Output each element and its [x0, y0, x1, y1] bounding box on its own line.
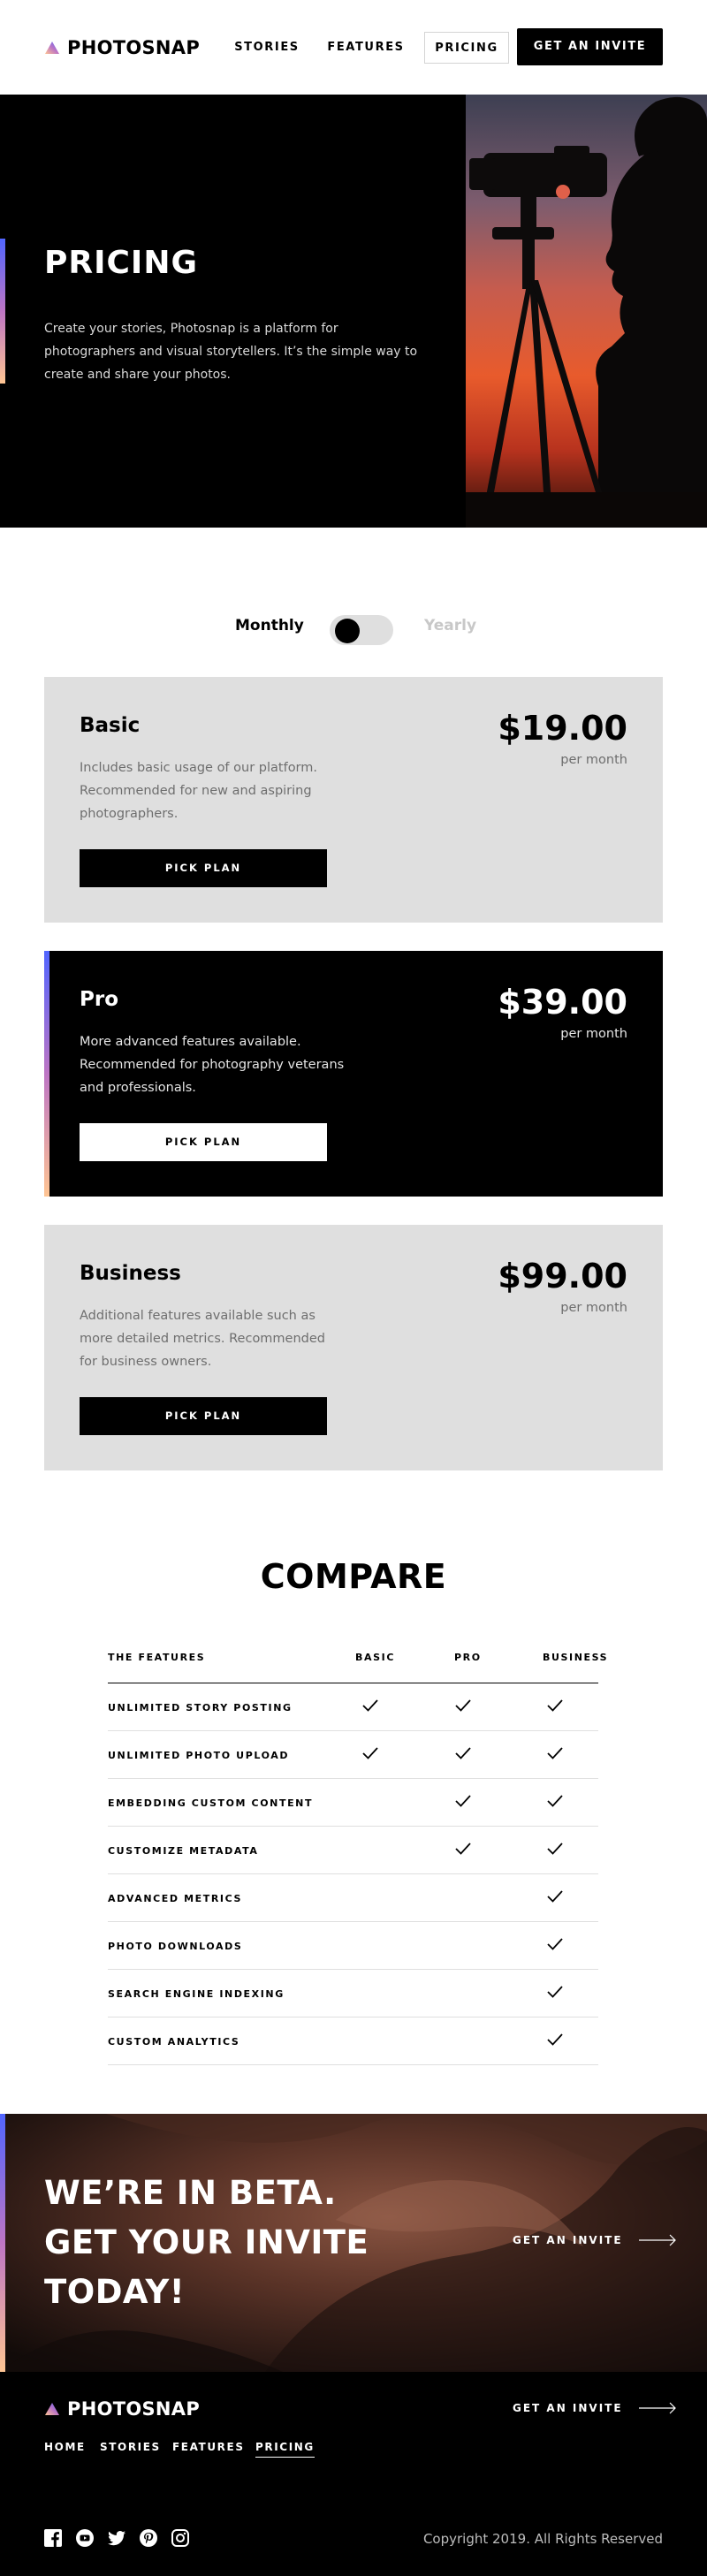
toggle-knob: [335, 619, 360, 643]
billing-toggle-row: Monthly Yearly: [0, 610, 707, 645]
nav-pricing[interactable]: PRICING: [424, 32, 509, 64]
check-icon: [362, 1699, 378, 1712]
table-row: UNLIMITED PHOTO UPLOAD: [108, 1731, 598, 1779]
check-icon: [547, 1986, 563, 1998]
beta-invite-link[interactable]: GET AN INVITE: [513, 2234, 677, 2246]
check-icon: [547, 2033, 563, 2046]
feature-label: ADVANCED METRICS: [108, 1893, 243, 1904]
table-row: EMBEDDING CUSTOM CONTENT: [108, 1779, 598, 1827]
plan-card-business: Business Additional features available s…: [44, 1225, 663, 1470]
plan-name: Pro: [80, 988, 119, 1011]
beta-title-line: TODAY!: [44, 2273, 186, 2311]
copyright-text: Copyright 2019. All Rights Reserved: [422, 2531, 663, 2547]
footer-invite-link[interactable]: GET AN INVITE: [513, 2402, 677, 2414]
table-row: PHOTO DOWNLOADS: [108, 1922, 598, 1970]
get-invite-button[interactable]: GET AN INVITE: [517, 28, 663, 65]
arrow-right-icon: [638, 2234, 676, 2246]
plan-name: Basic: [80, 714, 141, 737]
monthly-label[interactable]: Monthly: [235, 617, 304, 635]
check-icon: [455, 1795, 471, 1807]
instagram-icon[interactable]: [171, 2529, 189, 2547]
check-icon: [362, 1747, 378, 1759]
beta-accent-bar: [0, 2114, 5, 2372]
pick-plan-button[interactable]: PICK PLAN: [80, 849, 327, 887]
compare-rows: UNLIMITED STORY POSTING UNLIMITED PHOTO U…: [108, 1683, 598, 2065]
pinterest-icon[interactable]: [140, 2529, 157, 2547]
beta-invite-label: GET AN INVITE: [513, 2234, 623, 2246]
footer-logo[interactable]: PHOTOSNAP: [44, 2398, 200, 2420]
check-icon: [455, 1843, 471, 1855]
footer-invite-label: GET AN INVITE: [513, 2402, 623, 2414]
check-icon: [547, 1699, 563, 1712]
feature-label: UNLIMITED STORY POSTING: [108, 1702, 293, 1714]
plan-description: Additional features available such as mo…: [80, 1309, 325, 1369]
header-pro: PRO: [454, 1652, 482, 1663]
plan-price: $19.00: [498, 709, 627, 748]
youtube-icon[interactable]: [76, 2529, 94, 2547]
check-icon: [547, 1843, 563, 1855]
feature-label: PHOTO DOWNLOADS: [108, 1941, 243, 1952]
plan-description: Includes basic usage of our platform. Re…: [80, 761, 318, 821]
billing-toggle-switch[interactable]: [330, 615, 393, 645]
beta-title: WE’RE IN BETA. GET YOUR INVITE TODAY!: [44, 2169, 369, 2317]
footer-nav-pricing[interactable]: PRICING: [255, 2441, 315, 2458]
plan-price: $39.00: [498, 983, 627, 1022]
nav-features[interactable]: FEATURES: [322, 32, 410, 64]
nav-stories[interactable]: STORIES: [230, 32, 304, 64]
check-icon: [455, 1699, 471, 1712]
pick-plan-button[interactable]: PICK PLAN: [80, 1397, 327, 1435]
check-icon: [455, 1747, 471, 1759]
check-icon: [547, 1747, 563, 1759]
hero-photographer-image: [466, 95, 707, 528]
logo-triangle-icon: [45, 2403, 59, 2415]
hero-accent-bar: [0, 239, 5, 384]
beta-section: WE’RE IN BETA. GET YOUR INVITE TODAY! GE…: [0, 2114, 707, 2372]
table-row: ADVANCED METRICS: [108, 1874, 598, 1922]
feature-label: CUSTOMIZE METADATA: [108, 1845, 259, 1857]
footer-nav-features[interactable]: FEATURES: [172, 2441, 245, 2453]
table-row: CUSTOM ANALYTICS: [108, 2017, 598, 2065]
compare-title: COMPARE: [260, 1557, 447, 1596]
beta-title-line: GET YOUR INVITE: [44, 2223, 369, 2261]
plan-card-basic: Basic Includes basic usage of our platfo…: [44, 677, 663, 923]
site-footer: PHOTOSNAP GET AN INVITE HOME STORIES FEA…: [0, 2372, 707, 2576]
arrow-right-icon: [638, 2402, 676, 2414]
yearly-label[interactable]: Yearly: [424, 617, 476, 635]
hero-text: Create your stories, Photosnap is a plat…: [44, 322, 418, 382]
social-links: [44, 2529, 189, 2547]
plan-period: per month: [560, 1301, 627, 1315]
plan-description: More advanced features available. Recomm…: [80, 1035, 345, 1095]
compare-table-header: THE FEATURES BASIC PRO BUSINESS: [108, 1639, 607, 1683]
pick-plan-button[interactable]: PICK PLAN: [80, 1123, 327, 1161]
site-header: PHOTOSNAP STORIES FEATURES PRICING GET A…: [0, 0, 707, 95]
facebook-icon[interactable]: [44, 2529, 62, 2547]
table-row: CUSTOMIZE METADATA: [108, 1827, 598, 1874]
header-features: THE FEATURES: [108, 1652, 206, 1663]
twitter-icon[interactable]: [108, 2529, 125, 2547]
feature-label: CUSTOM ANALYTICS: [108, 2036, 240, 2048]
header-business: BUSINESS: [543, 1652, 609, 1663]
check-icon: [547, 1890, 563, 1903]
feature-label: UNLIMITED PHOTO UPLOAD: [108, 1750, 290, 1761]
compare-table: THE FEATURES BASIC PRO BUSINESS UNLIMITE…: [108, 1639, 607, 2065]
plan-accent-bar: [44, 951, 49, 1197]
plan-card-pro: Pro More advanced features available. Re…: [44, 951, 663, 1197]
plan-price: $99.00: [498, 1257, 627, 1296]
plan-name: Business: [80, 1262, 181, 1285]
feature-label: SEARCH ENGINE INDEXING: [108, 1988, 285, 2000]
header-basic: BASIC: [355, 1652, 395, 1663]
footer-nav-home[interactable]: HOME: [44, 2441, 86, 2453]
plan-period: per month: [560, 1027, 627, 1041]
check-icon: [547, 1795, 563, 1807]
feature-label: EMBEDDING CUSTOM CONTENT: [108, 1797, 314, 1809]
hero-section: PRICING Create your stories, Photosnap i…: [0, 95, 707, 528]
table-row: UNLIMITED STORY POSTING: [108, 1683, 598, 1731]
logo-text: PHOTOSNAP: [67, 2398, 201, 2420]
check-icon: [547, 1938, 563, 1950]
footer-nav-stories[interactable]: STORIES: [100, 2441, 161, 2453]
hero-title: PRICING: [44, 245, 198, 281]
table-row: SEARCH ENGINE INDEXING: [108, 1970, 598, 2017]
beta-title-line: WE’RE IN BETA.: [44, 2174, 337, 2212]
plan-period: per month: [560, 753, 627, 767]
